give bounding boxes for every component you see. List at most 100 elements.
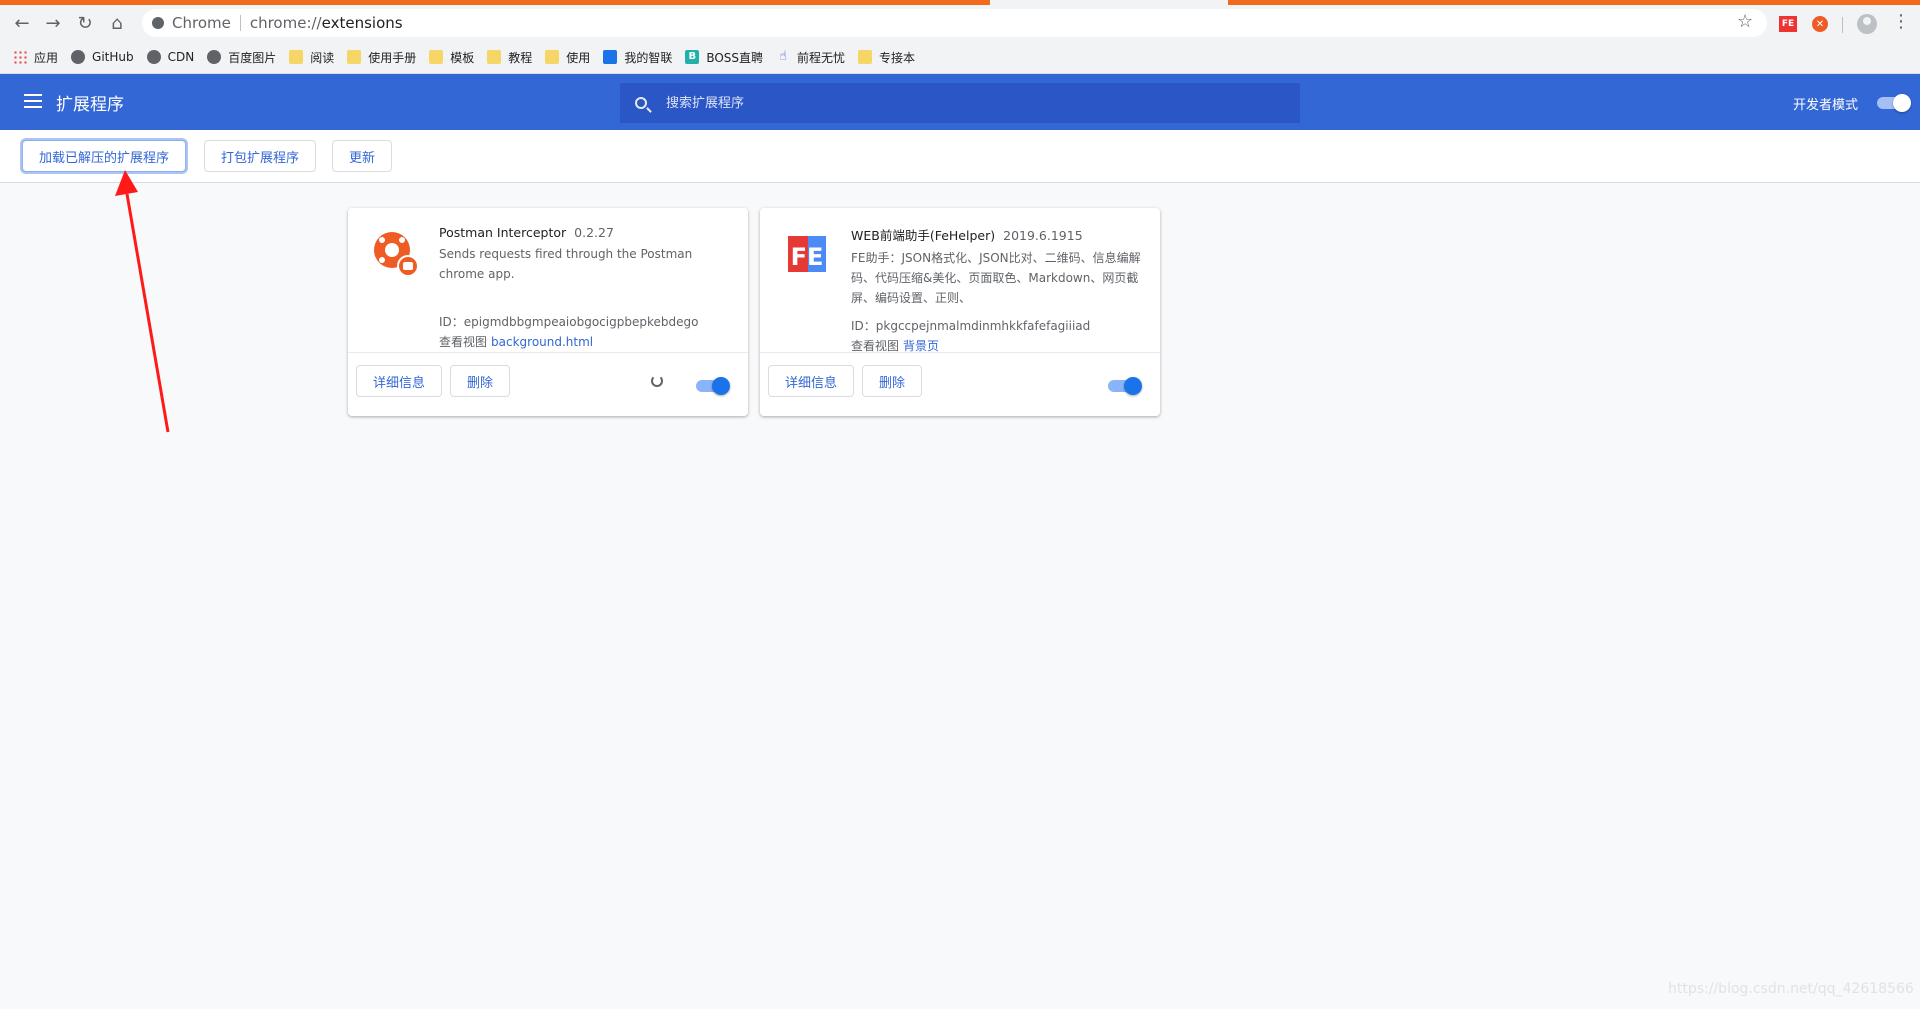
inspect-views-label: 查看视图 <box>439 335 488 349</box>
folder-icon <box>429 50 444 64</box>
bookmark-folder-manual[interactable]: 使用手册 <box>347 49 416 66</box>
folder-icon <box>858 50 873 64</box>
remove-button[interactable]: 删除 <box>862 365 923 397</box>
bookmark-label: CDN <box>167 50 195 64</box>
forward-button[interactable]: → <box>39 9 67 37</box>
details-button[interactable]: 详细信息 <box>768 365 855 397</box>
folder-icon <box>545 50 560 64</box>
background-page-link[interactable]: 背景页 <box>903 339 939 353</box>
bookmark-folder-templates[interactable]: 模板 <box>429 49 474 66</box>
folder-icon <box>289 50 304 64</box>
page-title: 扩展程序 <box>56 95 124 115</box>
reload-icon: ↻ <box>77 12 93 34</box>
bookmark-baidu-images[interactable]: 百度图片 <box>207 49 276 66</box>
annotation-arrow <box>115 170 170 433</box>
zhilian-icon <box>603 50 618 64</box>
postman-toolbar-icon[interactable]: ✕ <box>1812 16 1828 32</box>
extension-description: Sends requests fired through the Postman… <box>439 247 693 281</box>
extension-description: FE助手：JSON格式化、JSON比对、二维码、信息编解码、代码压缩&美化、页面… <box>851 251 1141 305</box>
reload-button[interactable]: ↻ <box>71 9 99 37</box>
back-arrow-icon: ← <box>14 12 30 34</box>
bookmark-51job[interactable]: ☝ 前程无忧 <box>776 49 845 66</box>
omnibox-separator <box>239 15 241 31</box>
bookmark-apps[interactable]: 应用 <box>13 49 58 66</box>
bookmark-cdn[interactable]: CDN <box>146 50 195 64</box>
bookmark-zhilian[interactable]: 我的智联 <box>603 49 672 66</box>
dev-mode-toggle[interactable] <box>1877 94 1911 112</box>
enable-toggle[interactable] <box>1108 377 1142 395</box>
url-path: extensions <box>321 14 403 32</box>
extension-id: ID：epigmdbbgmpeaiobgocigpbepkebdego <box>439 315 699 329</box>
extension-id: ID：pkgccpejnmalmdinmhkkfafefagiiiad <box>851 319 1091 333</box>
folder-icon <box>347 50 362 64</box>
globe-icon <box>207 50 222 64</box>
origin-chip: Chrome <box>172 14 231 32</box>
back-button[interactable]: ← <box>8 9 36 37</box>
background-page-link[interactable]: background.html <box>491 335 593 349</box>
bookmark-label: 模板 <box>450 50 475 65</box>
home-icon: ⌂ <box>111 12 123 34</box>
pack-extension-button[interactable]: 打包扩展程序 <box>204 140 317 172</box>
bookmark-label: 教程 <box>508 50 533 65</box>
fehelper-toolbar-icon[interactable]: FE <box>1779 16 1797 32</box>
load-unpacked-button[interactable]: 加载已解压的扩展程序 <box>22 140 187 172</box>
reload-extension-icon[interactable] <box>651 375 663 387</box>
apps-grid-icon <box>13 50 27 64</box>
bookmark-label: 百度图片 <box>228 50 277 65</box>
bookmark-label: 专接本 <box>879 50 916 65</box>
hamburger-menu-icon[interactable] <box>24 94 42 108</box>
extension-title: WEB前端助手(FeHelper) <box>851 228 996 243</box>
fehelper-icon: FE <box>784 230 832 278</box>
folder-icon <box>487 50 502 64</box>
bookmark-folder-use[interactable]: 使用 <box>545 49 590 66</box>
extensions-header: 扩展程序 开发者模式 <box>0 74 1920 130</box>
remove-button[interactable]: 删除 <box>450 365 511 397</box>
bookmark-label: 使用手册 <box>368 50 417 65</box>
postman-icon <box>372 230 420 278</box>
card-footer: 详细信息 删除 <box>760 352 1160 417</box>
url-scheme: chrome:// <box>249 14 322 32</box>
chrome-menu-icon[interactable]: ⋮ <box>1892 11 1910 32</box>
extension-version: 2019.6.1915 <box>1003 228 1083 243</box>
enable-toggle[interactable] <box>696 377 730 395</box>
inspect-views-label: 查看视图 <box>851 339 900 353</box>
extension-name: Postman Interceptor 0.2.27 <box>439 225 729 240</box>
card-footer: 详细信息 删除 <box>348 352 748 417</box>
globe-icon <box>71 50 86 64</box>
bookmark-label: BOSS直聘 <box>706 50 764 65</box>
bookmark-star-icon[interactable]: ☆ <box>1737 11 1753 32</box>
watermark: https://blog.csdn.net/qq_42618566 <box>1668 981 1914 997</box>
dev-mode-label: 开发者模式 <box>1793 98 1859 113</box>
address-bar[interactable]: Chrome chrome:// extensions <box>142 9 1767 37</box>
bookmark-label: 使用 <box>566 50 591 65</box>
bookmark-folder-tutorials[interactable]: 教程 <box>487 49 532 66</box>
boss-icon: B <box>685 50 700 64</box>
search-icon <box>635 97 647 109</box>
forward-arrow-icon: → <box>45 12 61 34</box>
profile-avatar-icon[interactable] <box>1857 14 1877 34</box>
chrome-page-icon <box>152 17 164 29</box>
details-button[interactable]: 详细信息 <box>356 365 443 397</box>
browser-toolbar: ← → ↻ ⌂ Chrome chrome:// extensions ☆ FE… <box>0 5 1920 41</box>
extension-version: 0.2.27 <box>574 225 614 240</box>
toolbar-separator <box>1842 17 1843 33</box>
bookmark-github[interactable]: GitHub <box>71 50 134 64</box>
dev-actions-bar: 加载已解压的扩展程序 打包扩展程序 更新 <box>0 130 1920 183</box>
bookmarks-bar: 应用 GitHub CDN 百度图片 阅读 使用手册 模板 教程 使用 我的智联… <box>0 41 1920 74</box>
extension-name: WEB前端助手(FeHelper) 2019.6.1915 <box>851 225 1141 244</box>
bookmark-boss[interactable]: B BOSS直聘 <box>685 49 763 66</box>
bookmark-folder-reading[interactable]: 阅读 <box>289 49 334 66</box>
bookmark-label: 前程无忧 <box>797 50 846 65</box>
update-button[interactable]: 更新 <box>332 140 393 172</box>
inspect-views: 查看视图 background.html <box>439 332 729 352</box>
extension-card-fehelper: FE WEB前端助手(FeHelper) 2019.6.1915 FE助手：JSO… <box>760 208 1160 416</box>
fehelper-icon-text: FE <box>791 243 824 271</box>
bookmark-label: 我的智联 <box>624 50 673 65</box>
extension-card-postman: Postman Interceptor 0.2.27 Sends requests… <box>348 208 748 416</box>
search-input[interactable] <box>664 94 1268 112</box>
bookmark-folder-upgrade[interactable]: 专接本 <box>858 49 915 66</box>
extension-title: Postman Interceptor <box>439 225 567 240</box>
search-box[interactable] <box>620 83 1300 123</box>
home-button[interactable]: ⌂ <box>103 9 131 37</box>
bookmark-label: 阅读 <box>310 50 335 65</box>
